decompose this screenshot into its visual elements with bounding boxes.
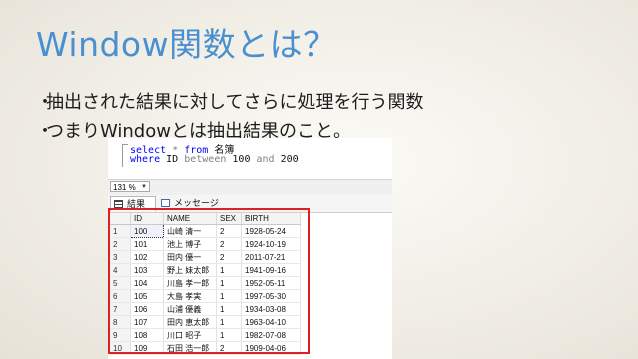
row-number-cell[interactable]: 6 bbox=[110, 289, 131, 303]
table-row[interactable]: 8 107 田内 恵太郎 1 1963-04-10 bbox=[110, 315, 301, 329]
bullet-mark: ・ bbox=[36, 92, 54, 113]
id-cell[interactable]: 104 bbox=[130, 276, 164, 290]
bullet-text: 抽出された結果に対してさらに処理を行う関数 bbox=[46, 92, 424, 113]
birth-cell[interactable]: 1997-05-30 bbox=[241, 289, 301, 303]
id-cell[interactable]: 106 bbox=[130, 302, 164, 316]
code-line: where ID between 100 and 200 bbox=[130, 154, 299, 165]
row-number-cell[interactable]: 8 bbox=[110, 315, 131, 329]
id-cell[interactable]: 100 bbox=[130, 224, 164, 238]
column-header-id[interactable]: ID bbox=[130, 213, 164, 225]
sex-cell[interactable]: 1 bbox=[216, 289, 242, 303]
results-tabbar: 結果 メッセージ bbox=[108, 195, 392, 213]
column-name: ID bbox=[166, 154, 179, 165]
bullet-item: ・抽出された結果に対してさらに処理を行う関数 bbox=[36, 88, 423, 117]
column-header-name[interactable]: NAME bbox=[163, 213, 217, 225]
birth-cell[interactable]: 1941-09-16 bbox=[241, 263, 301, 277]
name-cell[interactable]: 川島 孝一郎 bbox=[163, 276, 217, 290]
keyword-where: where bbox=[130, 154, 161, 165]
sex-cell[interactable]: 1 bbox=[216, 328, 242, 342]
row-number-cell[interactable]: 1 bbox=[110, 224, 131, 238]
table-row[interactable]: 9 108 川口 昭子 1 1982-07-08 bbox=[110, 328, 301, 342]
id-cell[interactable]: 109 bbox=[130, 341, 164, 355]
zoom-bar: 131 % ▼ bbox=[108, 179, 392, 196]
sex-cell[interactable]: 2 bbox=[216, 237, 242, 251]
zoom-value: 131 % bbox=[113, 183, 136, 192]
birth-cell[interactable]: 1934-03-08 bbox=[241, 302, 301, 316]
name-cell[interactable]: 石田 浩一郎 bbox=[163, 341, 217, 355]
row-number-cell[interactable]: 3 bbox=[110, 250, 131, 264]
row-number-cell[interactable]: 10 bbox=[110, 341, 131, 355]
table-row[interactable]: 10 109 石田 浩一郎 2 1909-04-06 bbox=[110, 341, 301, 355]
fold-guide bbox=[122, 144, 128, 167]
name-cell[interactable]: 野上 妹太郎 bbox=[163, 263, 217, 277]
tab-label: 結果 bbox=[127, 199, 146, 209]
table-row[interactable]: 4 103 野上 妹太郎 1 1941-09-16 bbox=[110, 263, 301, 277]
grid-icon bbox=[114, 200, 123, 208]
tab-messages[interactable]: メッセージ bbox=[158, 196, 220, 211]
number-high: 200 bbox=[280, 154, 299, 165]
id-cell[interactable]: 102 bbox=[130, 250, 164, 264]
sex-cell[interactable]: 1 bbox=[216, 302, 242, 316]
zoom-select[interactable]: 131 % ▼ bbox=[110, 181, 150, 192]
sex-cell[interactable]: 2 bbox=[216, 250, 242, 264]
row-number-header bbox=[110, 213, 131, 225]
number-low: 100 bbox=[232, 154, 251, 165]
keyword-between: between bbox=[184, 154, 227, 165]
row-number-cell[interactable]: 4 bbox=[110, 263, 131, 277]
results-table: ID NAME SEX BIRTH 1 100 山崎 清一 2 1928-05-24 2 1… bbox=[110, 213, 301, 355]
name-cell[interactable]: 山崎 清一 bbox=[163, 224, 217, 238]
sex-cell[interactable]: 1 bbox=[216, 276, 242, 290]
column-header-birth[interactable]: BIRTH bbox=[241, 213, 301, 225]
slide-title: Window関数とは？ bbox=[36, 25, 337, 64]
row-number-cell[interactable]: 7 bbox=[110, 302, 131, 316]
table-row[interactable]: 5 104 川島 孝一郎 1 1952-05-11 bbox=[110, 276, 301, 290]
name-cell[interactable]: 山浦 優義 bbox=[163, 302, 217, 316]
message-icon bbox=[161, 199, 170, 207]
row-number-cell[interactable]: 9 bbox=[110, 328, 131, 342]
table-row[interactable]: 3 102 田内 優一 2 2011-07-21 bbox=[110, 250, 301, 264]
bullet-mark: ・ bbox=[36, 121, 54, 142]
column-header-sex[interactable]: SEX bbox=[216, 213, 242, 225]
name-cell[interactable]: 大島 孝実 bbox=[163, 289, 217, 303]
tab-results[interactable]: 結果 bbox=[110, 196, 156, 211]
name-cell[interactable]: 池上 博子 bbox=[163, 237, 217, 251]
id-cell[interactable]: 103 bbox=[130, 263, 164, 277]
table-row[interactable]: 7 106 山浦 優義 1 1934-03-08 bbox=[110, 302, 301, 316]
birth-cell[interactable]: 1928-05-24 bbox=[241, 224, 301, 238]
sex-cell[interactable]: 1 bbox=[216, 263, 242, 277]
birth-cell[interactable]: 1952-05-11 bbox=[241, 276, 301, 290]
keyword-and: and bbox=[256, 154, 275, 165]
id-cell[interactable]: 107 bbox=[130, 315, 164, 329]
table-row[interactable]: 2 101 池上 博子 2 1924-10-19 bbox=[110, 237, 301, 251]
birth-cell[interactable]: 1909-04-06 bbox=[241, 341, 301, 355]
tab-label: メッセージ bbox=[174, 198, 219, 208]
header-row: ID NAME SEX BIRTH bbox=[110, 213, 301, 225]
id-cell[interactable]: 105 bbox=[130, 289, 164, 303]
table-row[interactable]: 1 100 山崎 清一 2 1928-05-24 bbox=[110, 224, 301, 238]
name-cell[interactable]: 田内 恵太郎 bbox=[163, 315, 217, 329]
birth-cell[interactable]: 1924-10-19 bbox=[241, 237, 301, 251]
query-editor[interactable]: select * from 名簿 where ID between 100 an… bbox=[108, 138, 392, 178]
table-row[interactable]: 6 105 大島 孝実 1 1997-05-30 bbox=[110, 289, 301, 303]
dropdown-arrow-icon[interactable]: ▼ bbox=[141, 182, 147, 193]
name-cell[interactable]: 川口 昭子 bbox=[163, 328, 217, 342]
birth-cell[interactable]: 1982-07-08 bbox=[241, 328, 301, 342]
birth-cell[interactable]: 2011-07-21 bbox=[241, 250, 301, 264]
sex-cell[interactable]: 2 bbox=[216, 224, 242, 238]
birth-cell[interactable]: 1963-04-10 bbox=[241, 315, 301, 329]
sex-cell[interactable]: 2 bbox=[216, 341, 242, 355]
row-number-cell[interactable]: 2 bbox=[110, 237, 131, 251]
id-cell[interactable]: 108 bbox=[130, 328, 164, 342]
row-number-cell[interactable]: 5 bbox=[110, 276, 131, 290]
id-cell[interactable]: 101 bbox=[130, 237, 164, 251]
sex-cell[interactable]: 1 bbox=[216, 315, 242, 329]
name-cell[interactable]: 田内 優一 bbox=[163, 250, 217, 264]
ssms-screenshot: select * from 名簿 where ID between 100 an… bbox=[108, 138, 392, 359]
results-grid[interactable]: ID NAME SEX BIRTH 1 100 山崎 清一 2 1928-05-24 2 1… bbox=[108, 213, 392, 359]
